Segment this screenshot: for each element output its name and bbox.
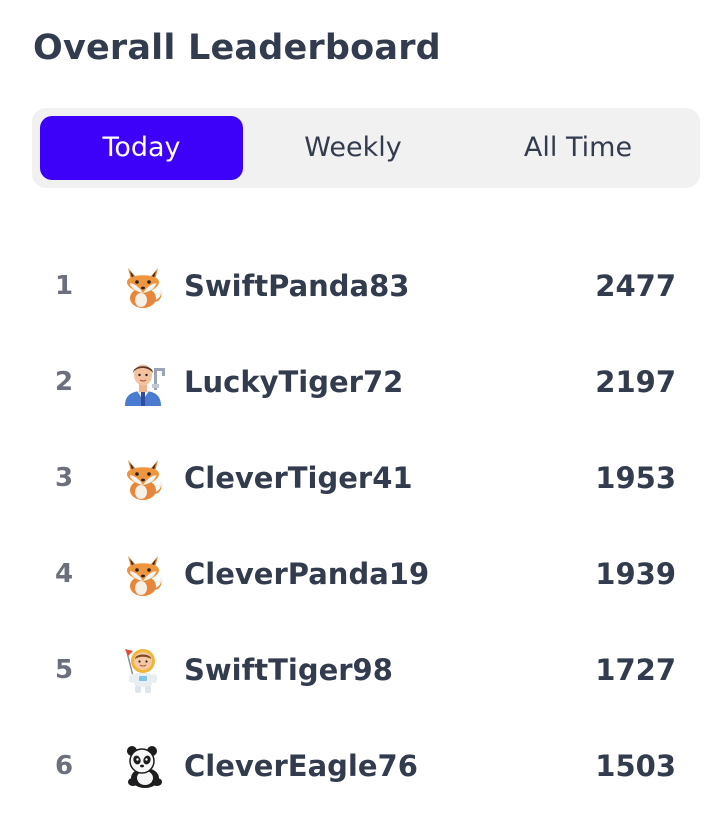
- player-name: CleverPanda19: [184, 557, 430, 591]
- leaderboard-row: 1 SwiftPanda83 2477: [0, 238, 724, 334]
- plumber-icon: [119, 358, 167, 406]
- leaderboard-row: 4 CleverPanda19 1939: [0, 526, 724, 622]
- rank-number: 5: [54, 655, 74, 685]
- tab-today[interactable]: Today: [40, 116, 243, 180]
- fox-icon: [119, 454, 167, 502]
- player-score: 1939: [595, 557, 676, 591]
- rank-number: 6: [54, 751, 74, 781]
- player-score: 1727: [595, 653, 676, 687]
- player-score: 1953: [595, 461, 676, 495]
- tab-all-time[interactable]: All Time: [464, 116, 692, 180]
- tab-weekly[interactable]: Weekly: [248, 116, 458, 180]
- player-score: 2477: [595, 269, 676, 303]
- player-name: SwiftTiger98: [184, 653, 393, 687]
- player-name: LuckyTiger72: [184, 365, 404, 399]
- rank-number: 1: [54, 271, 74, 301]
- player-score: 1503: [595, 749, 676, 783]
- player-score: 2197: [595, 365, 676, 399]
- leaderboard-title: Overall Leaderboard: [33, 28, 441, 68]
- leaderboard-row: 3 CleverTiger41 1953: [0, 430, 724, 526]
- leaderboard-row: 6 CleverEagle76 1503: [0, 718, 724, 814]
- player-name: SwiftPanda83: [184, 269, 410, 303]
- rank-number: 4: [54, 559, 74, 589]
- fox-icon: [119, 262, 167, 310]
- fox-icon: [119, 550, 167, 598]
- leaderboard-row: 2 LuckyTiger72 2197: [0, 334, 724, 430]
- panda-icon: [119, 742, 167, 790]
- player-name: CleverEagle76: [184, 749, 418, 783]
- period-tabs: Today Weekly All Time: [32, 108, 700, 188]
- rank-number: 3: [54, 463, 74, 493]
- astronaut-icon: [119, 646, 167, 694]
- leaderboard-row: 5 SwiftTiger98 1727: [0, 622, 724, 718]
- rank-number: 2: [54, 367, 74, 397]
- player-name: CleverTiger41: [184, 461, 413, 495]
